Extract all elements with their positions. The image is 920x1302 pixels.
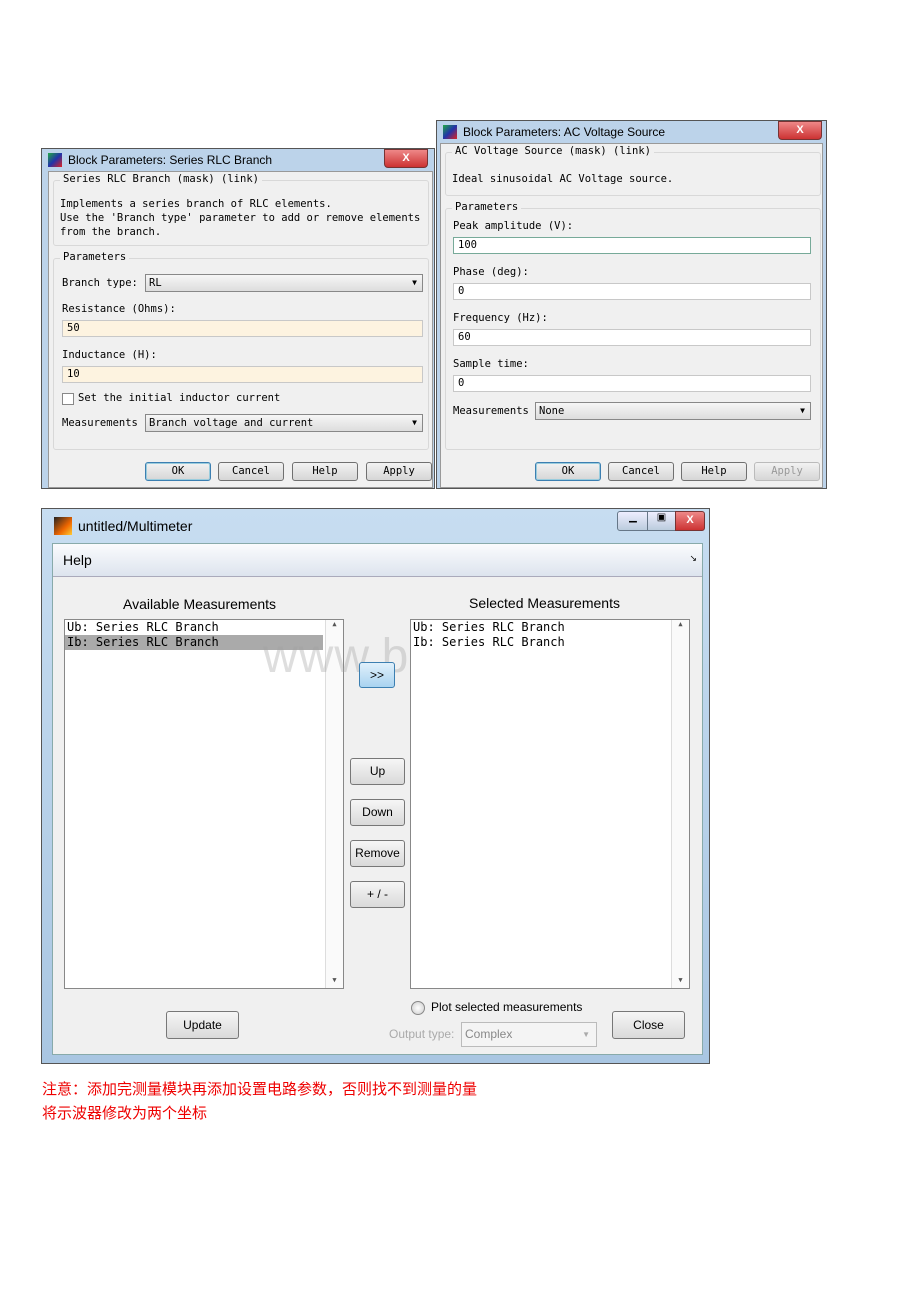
chevron-down-icon: ▼ (582, 1030, 590, 1039)
plot-label: Plot selected measurements (431, 1000, 583, 1014)
available-label: Available Measurements (123, 596, 277, 612)
resistance-input[interactable]: 50 (62, 320, 423, 337)
close-window-button[interactable]: X (675, 511, 705, 531)
simulink-icon (48, 153, 62, 167)
description-line: Implements a series branch of RLC elemen… (60, 198, 332, 210)
maximize-button[interactable]: ▣ (647, 511, 676, 531)
dialog-title: Block Parameters: AC Voltage Source (463, 125, 666, 139)
frequency-label: Frequency (Hz): (453, 312, 548, 324)
simulink-icon (443, 125, 457, 139)
menu-help[interactable]: Help (63, 552, 92, 568)
description-group: AC Voltage Source (mask) (link) Ideal si… (445, 145, 821, 196)
branch-type-label: Branch type: (62, 277, 138, 289)
initial-current-label: Set the initial inductor current (78, 392, 281, 404)
frequency-input[interactable]: 60 (453, 329, 811, 346)
title-bar[interactable]: Block Parameters: AC Voltage Source (437, 121, 826, 143)
sample-time-label: Sample time: (453, 358, 529, 370)
add-measurement-button[interactable]: >> (359, 662, 395, 688)
inductance-label: Inductance (H): (62, 349, 157, 361)
update-button[interactable]: Update (166, 1011, 239, 1039)
dialog-body: AC Voltage Source (mask) (link) Ideal si… (440, 143, 823, 488)
scrollbar[interactable]: ▲ ▼ (671, 620, 689, 988)
parameters-label: Parameters (452, 201, 522, 213)
measurements-value: None (539, 405, 565, 417)
chevron-down-icon: ▼ (800, 406, 805, 415)
dialog-title: Block Parameters: Series RLC Branch (68, 153, 273, 167)
cancel-button[interactable]: Cancel (608, 462, 674, 481)
peak-label: Peak amplitude (V): (453, 220, 574, 232)
dialog-body: Series RLC Branch (mask) (link) Implemen… (48, 171, 433, 488)
help-button[interactable]: Help (681, 462, 747, 481)
measurements-select[interactable]: Branch voltage and current ▼ (145, 414, 423, 432)
scroll-down-icon[interactable]: ▼ (326, 976, 343, 984)
plus-minus-button[interactable]: + / - (350, 881, 405, 908)
close-button[interactable]: Close (612, 1011, 685, 1039)
mask-title: AC Voltage Source (mask) (link) (452, 145, 654, 157)
scroll-up-icon[interactable]: ▲ (326, 620, 343, 628)
measurements-value: Branch voltage and current (149, 417, 314, 429)
phase-input[interactable]: 0 (453, 283, 811, 300)
ok-button[interactable]: OK (535, 462, 601, 481)
scroll-down-icon[interactable]: ▼ (672, 976, 689, 984)
branch-type-select[interactable]: RL ▼ (145, 274, 423, 292)
apply-button[interactable]: Apply (366, 462, 432, 481)
ac-source-dialog: Block Parameters: AC Voltage Source X AC… (436, 120, 827, 489)
menu-bar: Help ↘ (53, 544, 702, 577)
remove-button[interactable]: Remove (350, 840, 405, 867)
peak-input[interactable]: 100 (453, 237, 811, 254)
measurements-label: Measurements (62, 417, 138, 429)
plot-radio[interactable] (411, 1001, 425, 1015)
measurements-label: Measurements (453, 405, 529, 417)
title-bar[interactable]: untitled/Multimeter (42, 509, 709, 543)
list-item[interactable]: Ib: Series RLC Branch (411, 635, 689, 650)
dock-arrow-icon[interactable]: ↘ (689, 553, 697, 564)
output-type-label: Output type: (389, 1027, 455, 1041)
output-type-select[interactable]: Complex ▼ (461, 1022, 597, 1047)
parameters-label: Parameters (60, 251, 130, 263)
description-line: from the branch. (60, 226, 162, 238)
rlc-dialog: Block Parameters: Series RLC Branch X Se… (41, 148, 435, 489)
help-button[interactable]: Help (292, 462, 358, 481)
sample-time-input[interactable]: 0 (453, 375, 811, 392)
title-bar[interactable]: Block Parameters: Series RLC Branch (42, 149, 434, 171)
chevron-down-icon: ▼ (412, 418, 417, 427)
window-title: untitled/Multimeter (78, 518, 193, 534)
close-button[interactable]: X (778, 121, 822, 140)
multimeter-window: untitled/Multimeter ▁ ▣ X Help ↘ Availab… (41, 508, 710, 1064)
up-button[interactable]: Up (350, 758, 405, 785)
list-item[interactable]: Ub: Series RLC Branch (411, 620, 689, 635)
multimeter-body: Help ↘ Available Measurements Selected M… (52, 543, 703, 1055)
note-line: 注意：添加完测量模块再添加设置电路参数，否则找不到测量的量 (42, 1080, 478, 1098)
matlab-icon (54, 517, 72, 535)
close-button[interactable]: X (384, 149, 428, 168)
chevron-down-icon: ▼ (412, 278, 417, 287)
minimize-button[interactable]: ▁ (617, 511, 649, 531)
output-type-value: Complex (465, 1027, 513, 1041)
scroll-up-icon[interactable]: ▲ (672, 620, 689, 628)
resistance-label: Resistance (Ohms): (62, 303, 176, 315)
ok-button[interactable]: OK (145, 462, 211, 481)
description-line: Use the 'Branch type' parameter to add o… (60, 212, 421, 224)
measurements-select[interactable]: None ▼ (535, 402, 811, 420)
down-button[interactable]: Down (350, 799, 405, 826)
branch-type-value: RL (149, 277, 162, 289)
description: Ideal sinusoidal AC Voltage source. (452, 173, 674, 185)
description-group: Series RLC Branch (mask) (link) Implemen… (53, 173, 429, 246)
apply-button[interactable]: Apply (754, 462, 820, 481)
selected-label: Selected Measurements (469, 595, 620, 611)
mask-title: Series RLC Branch (mask) (link) (60, 173, 262, 185)
selected-list[interactable]: Ub: Series RLC Branch Ib: Series RLC Bra… (410, 619, 690, 989)
cancel-button[interactable]: Cancel (218, 462, 284, 481)
phase-label: Phase (deg): (453, 266, 529, 278)
initial-current-checkbox[interactable] (62, 393, 74, 405)
note-line: 将示波器修改为两个坐标 (42, 1104, 208, 1122)
inductance-input[interactable]: 10 (62, 366, 423, 383)
